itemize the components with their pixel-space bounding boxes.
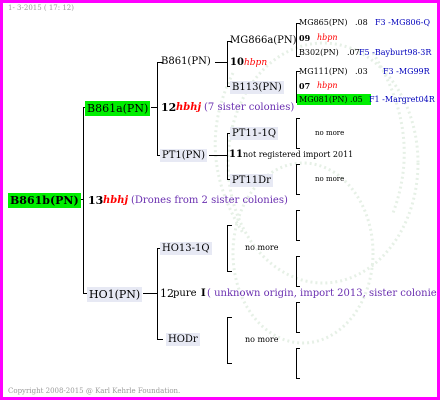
father-desc: ( unknown origin, import 2013, sister co… <box>207 288 440 299</box>
g4-6-name: MG081(PN) <box>299 95 348 104</box>
g4-4-code: F3 -MG99R <box>383 67 430 76</box>
g4-2-num: 09 <box>299 33 311 43</box>
g4-node-1[interactable]: MG865(PN) <box>299 19 347 27</box>
grandfather-paternal[interactable]: HODr <box>166 333 200 346</box>
g4-5-num: 07 <box>299 81 311 91</box>
g4-2-tag: hbpn <box>317 33 338 42</box>
root-num: 13 <box>88 194 104 207</box>
g3-1-num: 10 <box>230 57 244 68</box>
g4-node-6[interactable]: MG081(PN) .05 <box>297 94 371 105</box>
root-tag: hbhj <box>103 195 129 206</box>
father-node[interactable]: HO1(PN) <box>87 287 143 302</box>
mother-tag: hbhj <box>176 102 202 113</box>
grandmother-paternal[interactable]: PT1(PN) <box>160 149 208 162</box>
root-name: B861b(PN) <box>10 194 79 207</box>
g4-1-num: .08 <box>355 18 368 27</box>
grandfather-maternal-name: HO13-1Q <box>162 243 210 254</box>
grandmother-maternal[interactable]: B861(PN) <box>161 57 211 67</box>
g4-4-num: .03 <box>355 67 368 76</box>
grandfather-paternal-name: HODr <box>168 334 198 345</box>
gf-f-desc: no more <box>245 335 279 344</box>
mother-num: 12 <box>161 101 177 114</box>
pedigree-frame: 1- 3-2015 ( 17: 12) B861b(PN) 13 hbhj (D… <box>0 0 440 400</box>
gm-f-desc: not registered import 2011 <box>243 150 354 159</box>
g4-3-num: .07 <box>347 48 360 57</box>
father-num: 12 <box>160 287 174 300</box>
g3-4-desc: no more <box>315 175 345 183</box>
timestamp: 1- 3-2015 ( 17: 12) <box>8 4 74 12</box>
g4-3-code: F5 -Bayburt98-3R <box>359 48 432 57</box>
g4-6-num: .05 <box>350 95 363 104</box>
g3-3-desc: no more <box>315 129 345 137</box>
g3-node-1[interactable]: MG866a(PN) <box>230 36 297 46</box>
g4-5-tag: hbpn <box>317 81 338 90</box>
father-name: HO1(PN) <box>89 288 141 301</box>
grandmother-paternal-name: PT1(PN) <box>162 150 206 161</box>
g4-1-code: F3 -MG806-Q <box>375 18 430 27</box>
grandfather-maternal[interactable]: HO13-1Q <box>160 242 212 255</box>
g3-node-2[interactable]: B113(PN) <box>230 81 284 94</box>
root-node[interactable]: B861b(PN) <box>8 193 81 208</box>
root-desc: (Drones from 2 sister colonies) <box>131 195 288 206</box>
gm-f-num: 11 <box>229 149 243 160</box>
mother-node[interactable]: B861a(PN) <box>85 101 151 116</box>
g3-1-tag: hbpn <box>244 58 268 68</box>
mother-name: B861a(PN) <box>87 102 149 115</box>
gf-m-desc: no more <box>245 243 279 252</box>
g3-node-3[interactable]: PT11-1Q <box>230 127 279 140</box>
g4-node-3[interactable]: B302(PN) <box>299 49 339 57</box>
mother-desc: (7 sister colonies) <box>204 102 295 113</box>
g4-node-4[interactable]: MG111(PN) <box>299 68 347 76</box>
g3-2-name: B113(PN) <box>232 82 282 93</box>
g3-3-name: PT11-1Q <box>232 128 277 139</box>
copyright: Copyright 2008-2015 @ Karl Kehrle Founda… <box>8 387 181 395</box>
g4-6-code: F1 -Margret04R <box>369 95 435 104</box>
father-tag: pure <box>173 288 197 299</box>
father-mark: I <box>201 288 206 299</box>
g3-4-name: PT11Dr <box>232 175 271 186</box>
g3-node-4[interactable]: PT11Dr <box>230 174 273 187</box>
